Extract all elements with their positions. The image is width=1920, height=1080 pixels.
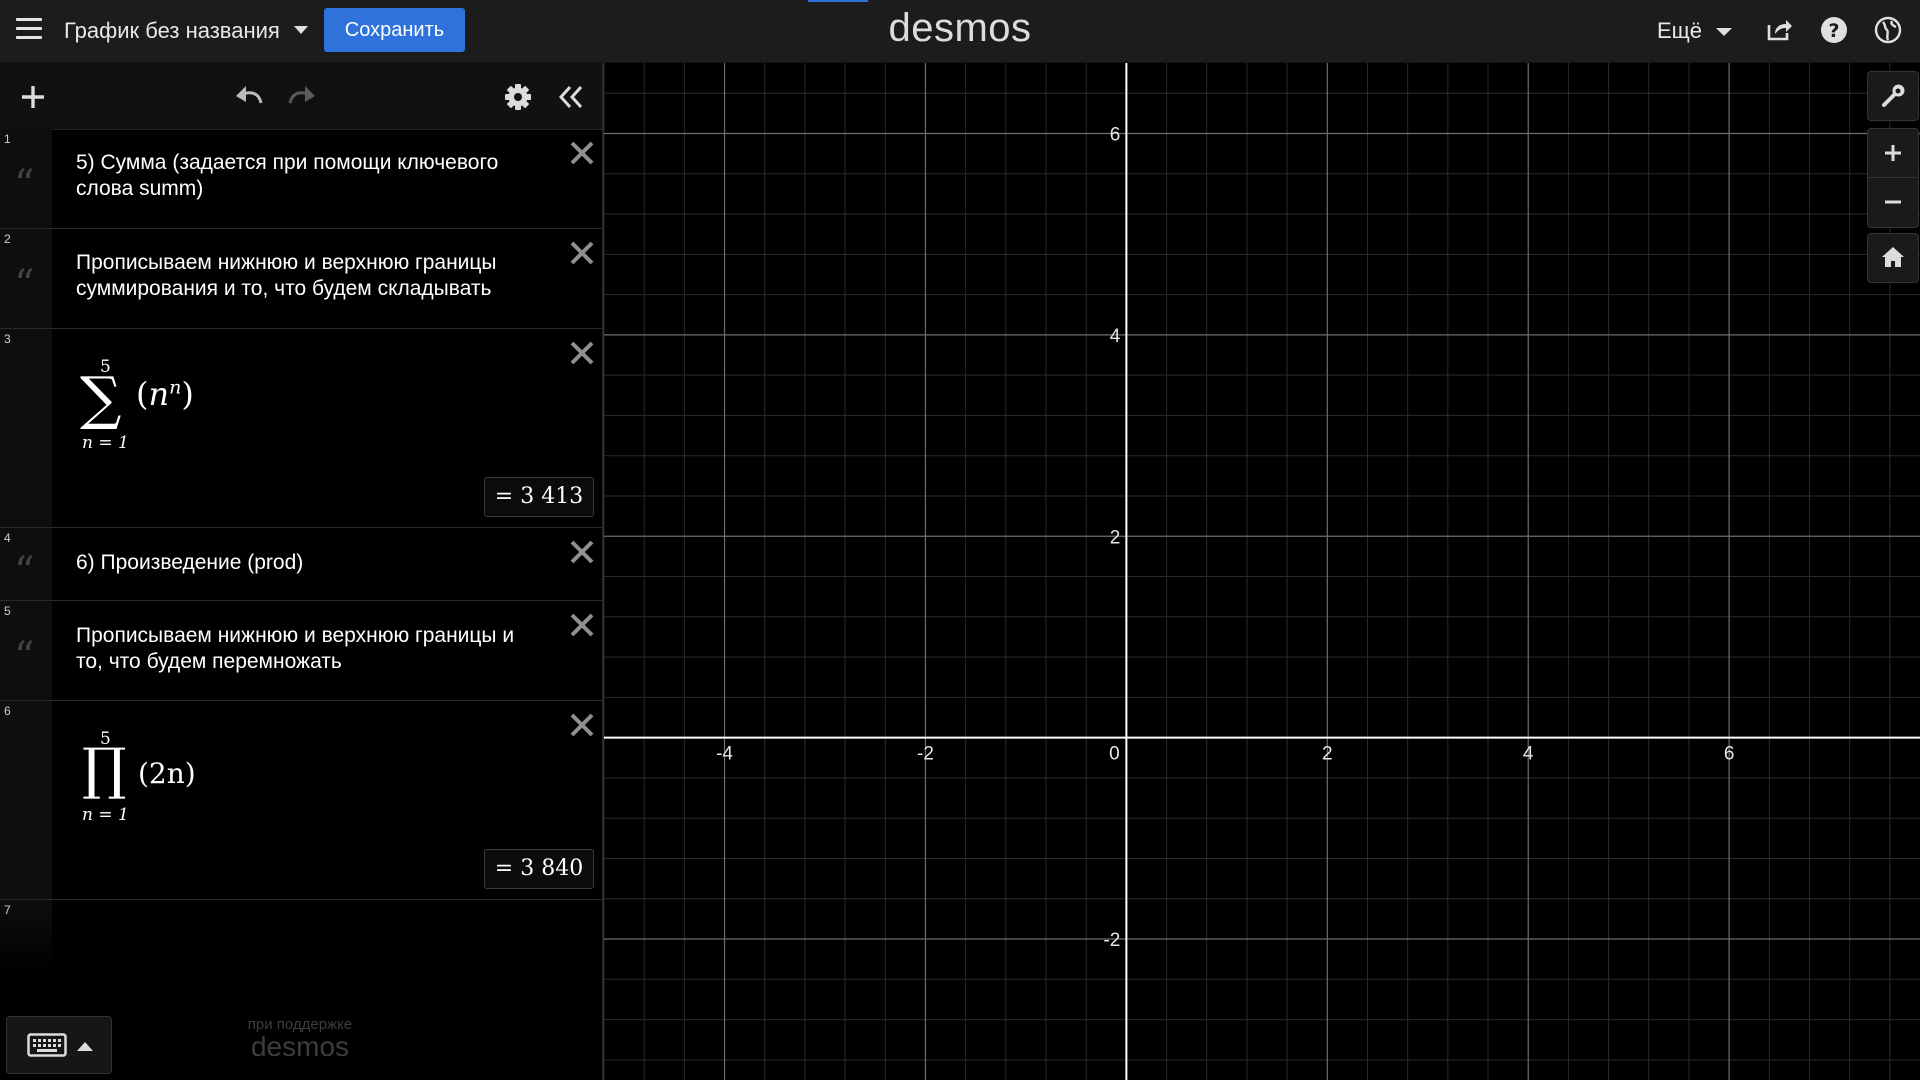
loading-indicator	[808, 0, 868, 2]
y-tick-label: 4	[1110, 326, 1121, 347]
powered-by-desmos[interactable]: при поддержке desmos	[200, 1016, 400, 1061]
sum-operator: ∑	[80, 364, 122, 432]
x-tick-label: 0	[1109, 744, 1120, 765]
x-tick-label: 2	[1322, 744, 1333, 765]
row-number: 6	[4, 704, 11, 718]
row-gutter	[0, 701, 52, 899]
body-base: n	[148, 375, 170, 413]
double-chevron-left-icon[interactable]	[557, 83, 585, 111]
close-icon[interactable]	[568, 139, 596, 167]
quote-icon: “	[14, 262, 35, 308]
tick-labels: -4 -2 0 2 4 6 6 4 2 -2	[716, 124, 1734, 951]
keyboard-icon	[27, 1033, 67, 1057]
expression-row-3[interactable]: 3 5 ∑ n = 1 (nn) = 3 413	[0, 329, 602, 528]
evaluation-result: = 3 840	[484, 849, 594, 889]
x-tick-label: 6	[1724, 744, 1735, 765]
close-icon[interactable]	[568, 538, 596, 566]
close-icon[interactable]	[568, 611, 596, 639]
note-text[interactable]: Прописываем нижнюю и верхнюю границы и т…	[76, 623, 546, 675]
quote-icon: “	[14, 549, 35, 595]
graph-canvas[interactable]: -4 -2 0 2 4 6 6 4 2 -2	[604, 63, 1920, 1080]
product-body[interactable]: (2n)	[138, 757, 196, 790]
row-gutter	[0, 329, 52, 527]
row-number: 3	[4, 332, 11, 346]
x-tick-label: -2	[917, 744, 934, 765]
product-lower-limit: n = 1	[82, 805, 129, 825]
sum-body[interactable]: (nn)	[136, 375, 194, 413]
undo-icon[interactable]	[233, 83, 265, 109]
row-number: 7	[4, 903, 11, 917]
chevron-down-icon[interactable]	[1716, 28, 1732, 36]
note-text[interactable]: 5) Сумма (задается при помощи ключевого …	[76, 150, 546, 202]
note-text[interactable]: Прописываем нижнюю и верхнюю границы сум…	[76, 250, 546, 302]
quote-icon: “	[14, 634, 35, 680]
expression-toolbar	[0, 63, 602, 130]
major-grid	[604, 63, 1920, 1080]
x-tick-label: -4	[716, 744, 733, 765]
powered-by-brand: desmos	[250, 1031, 350, 1062]
expression-row-7[interactable]: 7	[0, 900, 602, 970]
sum-lower-limit: n = 1	[82, 433, 129, 453]
close-icon[interactable]	[568, 239, 596, 267]
help-icon[interactable]: ?	[1820, 16, 1848, 44]
graph-settings-control[interactable]	[1867, 71, 1919, 121]
evaluation-result: = 3 413	[484, 477, 594, 517]
paren-open: (	[136, 375, 149, 413]
product-operator: ∏	[82, 737, 127, 802]
expression-list: 1 “ 5) Сумма (задается при помощи ключев…	[0, 129, 602, 970]
share-icon[interactable]	[1765, 16, 1793, 44]
y-tick-label: 6	[1110, 124, 1121, 145]
svg-text:?: ?	[1828, 20, 1839, 42]
globe-icon[interactable]	[1874, 16, 1902, 44]
axes	[604, 63, 1920, 1080]
expression-panel: 1 “ 5) Сумма (задается при помощи ключев…	[0, 63, 604, 1080]
close-icon[interactable]	[568, 711, 596, 739]
zoom-out-button[interactable]	[1868, 177, 1918, 226]
keyboard-toggle-button[interactable]	[6, 1016, 112, 1074]
expression-row-1[interactable]: 1 “ 5) Сумма (задается при помощи ключев…	[0, 129, 602, 229]
quote-icon: “	[14, 162, 35, 208]
body-exponent: n	[169, 376, 182, 399]
graph-paper[interactable]: -4 -2 0 2 4 6 6 4 2 -2	[604, 63, 1920, 1080]
plus-icon[interactable]	[20, 84, 46, 110]
expression-row-4[interactable]: 4 “ 6) Произведение (prod)	[0, 528, 602, 601]
paren-close: )	[181, 375, 194, 413]
y-tick-label: 2	[1110, 527, 1121, 548]
wrench-icon[interactable]	[1881, 84, 1905, 108]
top-bar: График без названия Сохранить desmos Ещё…	[0, 0, 1920, 63]
close-icon[interactable]	[568, 339, 596, 367]
zoom-controls	[1867, 128, 1919, 228]
row-number: 4	[4, 531, 11, 545]
expression-row-5[interactable]: 5 “ Прописываем нижнюю и верхнюю границы…	[0, 601, 602, 701]
x-tick-label: 4	[1523, 744, 1534, 765]
zoom-in-button[interactable]	[1868, 129, 1918, 177]
chevron-up-icon	[77, 1042, 93, 1051]
default-viewport-control[interactable]	[1867, 233, 1919, 283]
expression-row-6[interactable]: 6 5 ∏ n = 1 (2n) = 3 840	[0, 701, 602, 900]
row-number: 2	[4, 232, 11, 246]
redo-icon[interactable]	[286, 83, 318, 109]
minor-grid	[604, 63, 1920, 1080]
plus-icon	[1885, 145, 1901, 161]
desmos-logo: desmos	[888, 6, 1032, 50]
y-tick-label: -2	[1103, 930, 1120, 951]
gear-icon[interactable]	[504, 83, 532, 111]
minus-icon	[1885, 200, 1901, 204]
expression-row-2[interactable]: 2 “ Прописываем нижнюю и верхнюю границы…	[0, 229, 602, 329]
home-icon[interactable]	[1881, 246, 1905, 268]
row-number: 5	[4, 604, 11, 618]
note-text[interactable]: 6) Произведение (prod)	[76, 550, 546, 576]
more-menu-button[interactable]: Ещё	[1657, 18, 1702, 44]
row-number: 1	[4, 132, 11, 146]
